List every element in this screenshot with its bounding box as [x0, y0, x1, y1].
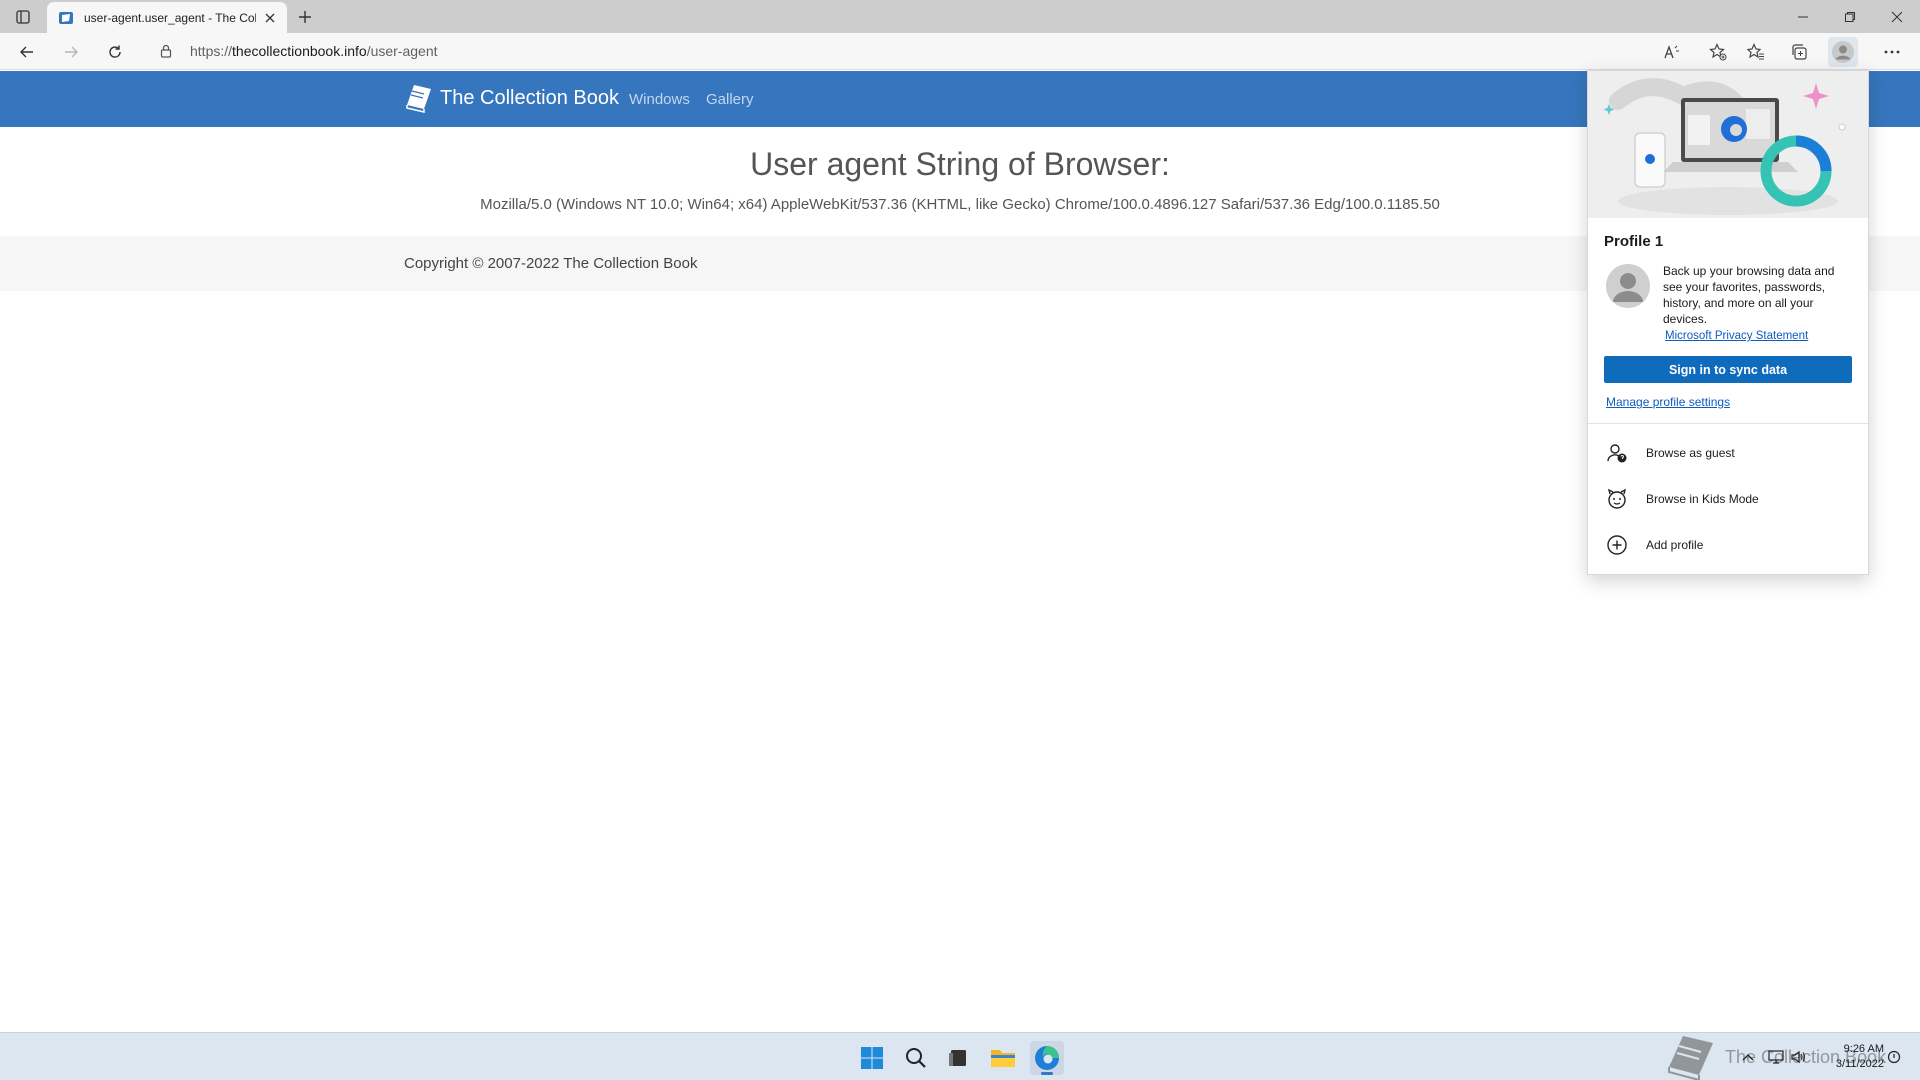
sign-in-sync-button[interactable]: Sign in to sync data: [1604, 356, 1852, 383]
avatar: [1606, 264, 1650, 308]
chevron-up-icon: [1742, 1054, 1754, 1061]
collections-icon: [1792, 44, 1807, 60]
site-brand-link[interactable]: The Collection Book: [404, 83, 619, 113]
active-app-indicator: [1041, 1072, 1053, 1075]
task-view-icon: [949, 1050, 966, 1066]
windows-logo-icon: [861, 1047, 883, 1069]
back-button[interactable]: [12, 37, 42, 67]
new-tab-button[interactable]: [292, 4, 318, 30]
kids-mode-icon: [1604, 486, 1630, 512]
settings-more-button[interactable]: [1877, 37, 1907, 67]
copyright-text: Copyright © 2007-2022 The Collection Boo…: [404, 255, 698, 272]
star-add-icon: [1709, 43, 1727, 61]
url-prefix: https://: [190, 43, 233, 59]
lock-icon[interactable]: [156, 44, 176, 58]
forward-arrow-icon: [65, 46, 78, 58]
sync-description: Back up your browsing data and see your …: [1663, 264, 1835, 326]
add-favorite-button[interactable]: [1703, 37, 1733, 67]
favorites-button[interactable]: [1741, 37, 1771, 67]
read-aloud-button[interactable]: [1657, 37, 1687, 67]
taskbar: The Collection Book 9:26 AM 3/11/2022: [0, 1032, 1920, 1080]
browse-kids-mode-label: Browse in Kids Mode: [1646, 492, 1759, 506]
edge-icon: [1035, 1046, 1059, 1070]
flyout-divider: [1588, 423, 1868, 424]
browser-tab[interactable]: user-agent.user_agent - The Collection B…: [47, 2, 287, 33]
tab-actions-icon: [16, 10, 30, 24]
start-button[interactable]: [855, 1041, 889, 1075]
url-path: /user-agent: [366, 43, 438, 59]
task-view-button[interactable]: [941, 1041, 975, 1075]
tab-title: user-agent.user_agent - The Collection B…: [84, 10, 256, 25]
profile-name: Profile 1: [1604, 233, 1664, 250]
site-brand-text: The Collection Book: [440, 86, 619, 109]
network-button[interactable]: [1767, 1048, 1785, 1066]
browse-as-guest-label: Browse as guest: [1646, 446, 1735, 460]
read-aloud-icon: [1664, 45, 1679, 59]
speaker-icon: [1791, 1050, 1806, 1064]
profile-button[interactable]: [1828, 37, 1858, 67]
favorites-icon: [1747, 43, 1764, 60]
default-avatar-icon: [1606, 264, 1650, 308]
refresh-icon: [109, 45, 121, 58]
book-logo-icon: [406, 85, 431, 113]
book-favicon-icon: [57, 9, 75, 27]
taskbar-clock[interactable]: 9:26 AM 3/11/2022: [1806, 1042, 1884, 1072]
address-bar[interactable]: https://thecollectionbook.info/user-agen…: [148, 36, 1688, 66]
guest-icon: [1604, 440, 1630, 466]
refresh-button[interactable]: [100, 37, 130, 67]
edge-taskbar-button[interactable]: [1030, 1041, 1064, 1075]
browse-as-guest-item[interactable]: Browse as guest: [1588, 433, 1868, 473]
title-bar: user-agent.user_agent - The Collection B…: [0, 0, 1920, 33]
add-profile-item[interactable]: Add profile: [1588, 525, 1868, 565]
navigation-toolbar: https://thecollectionbook.info/user-agen…: [0, 33, 1920, 70]
url-host: thecollectionbook.info: [232, 43, 367, 59]
back-arrow-icon: [20, 46, 33, 58]
tab-close-icon[interactable]: [260, 8, 280, 28]
file-explorer-button[interactable]: [986, 1041, 1020, 1075]
profile-avatar-icon: [1832, 41, 1854, 63]
profile-flyout: Profile 1 Back up your browsing data and…: [1587, 70, 1869, 575]
clock-time: 9:26 AM: [1843, 1043, 1884, 1055]
forward-button[interactable]: [56, 37, 86, 67]
folder-icon: [991, 1050, 1015, 1067]
search-button[interactable]: [899, 1041, 933, 1075]
nav-link-gallery[interactable]: Gallery: [706, 91, 754, 108]
collections-button[interactable]: [1784, 37, 1814, 67]
restore-button[interactable]: [1827, 0, 1873, 33]
privacy-statement-link[interactable]: Microsoft Privacy Statement: [1665, 330, 1808, 342]
url-text[interactable]: https://thecollectionbook.info/user-agen…: [190, 43, 438, 59]
add-profile-label: Add profile: [1646, 538, 1704, 552]
network-icon: [1768, 1050, 1784, 1064]
search-icon: [906, 1048, 926, 1068]
more-dots-icon: [1884, 50, 1900, 54]
add-circle-icon: [1604, 532, 1630, 558]
notification-icon: [1887, 1050, 1901, 1064]
manage-profile-settings-link[interactable]: Manage profile settings: [1606, 395, 1730, 409]
nav-link-windows[interactable]: Windows: [629, 91, 690, 108]
minimize-icon: [1798, 16, 1808, 17]
close-window-button[interactable]: [1874, 0, 1920, 33]
clock-date: 3/11/2022: [1835, 1058, 1884, 1070]
plus-icon: [299, 11, 311, 23]
show-hidden-icons-button[interactable]: [1739, 1048, 1757, 1066]
close-icon: [1891, 11, 1903, 22]
minimize-button[interactable]: [1780, 0, 1826, 33]
book-watermark-icon: [1668, 1036, 1713, 1080]
browse-kids-mode-item[interactable]: Browse in Kids Mode: [1588, 479, 1868, 519]
restore-icon: [1845, 11, 1855, 22]
notifications-button[interactable]: [1885, 1048, 1903, 1066]
profile-hero-illustration: [1588, 71, 1868, 218]
tab-actions-button[interactable]: [10, 4, 36, 30]
